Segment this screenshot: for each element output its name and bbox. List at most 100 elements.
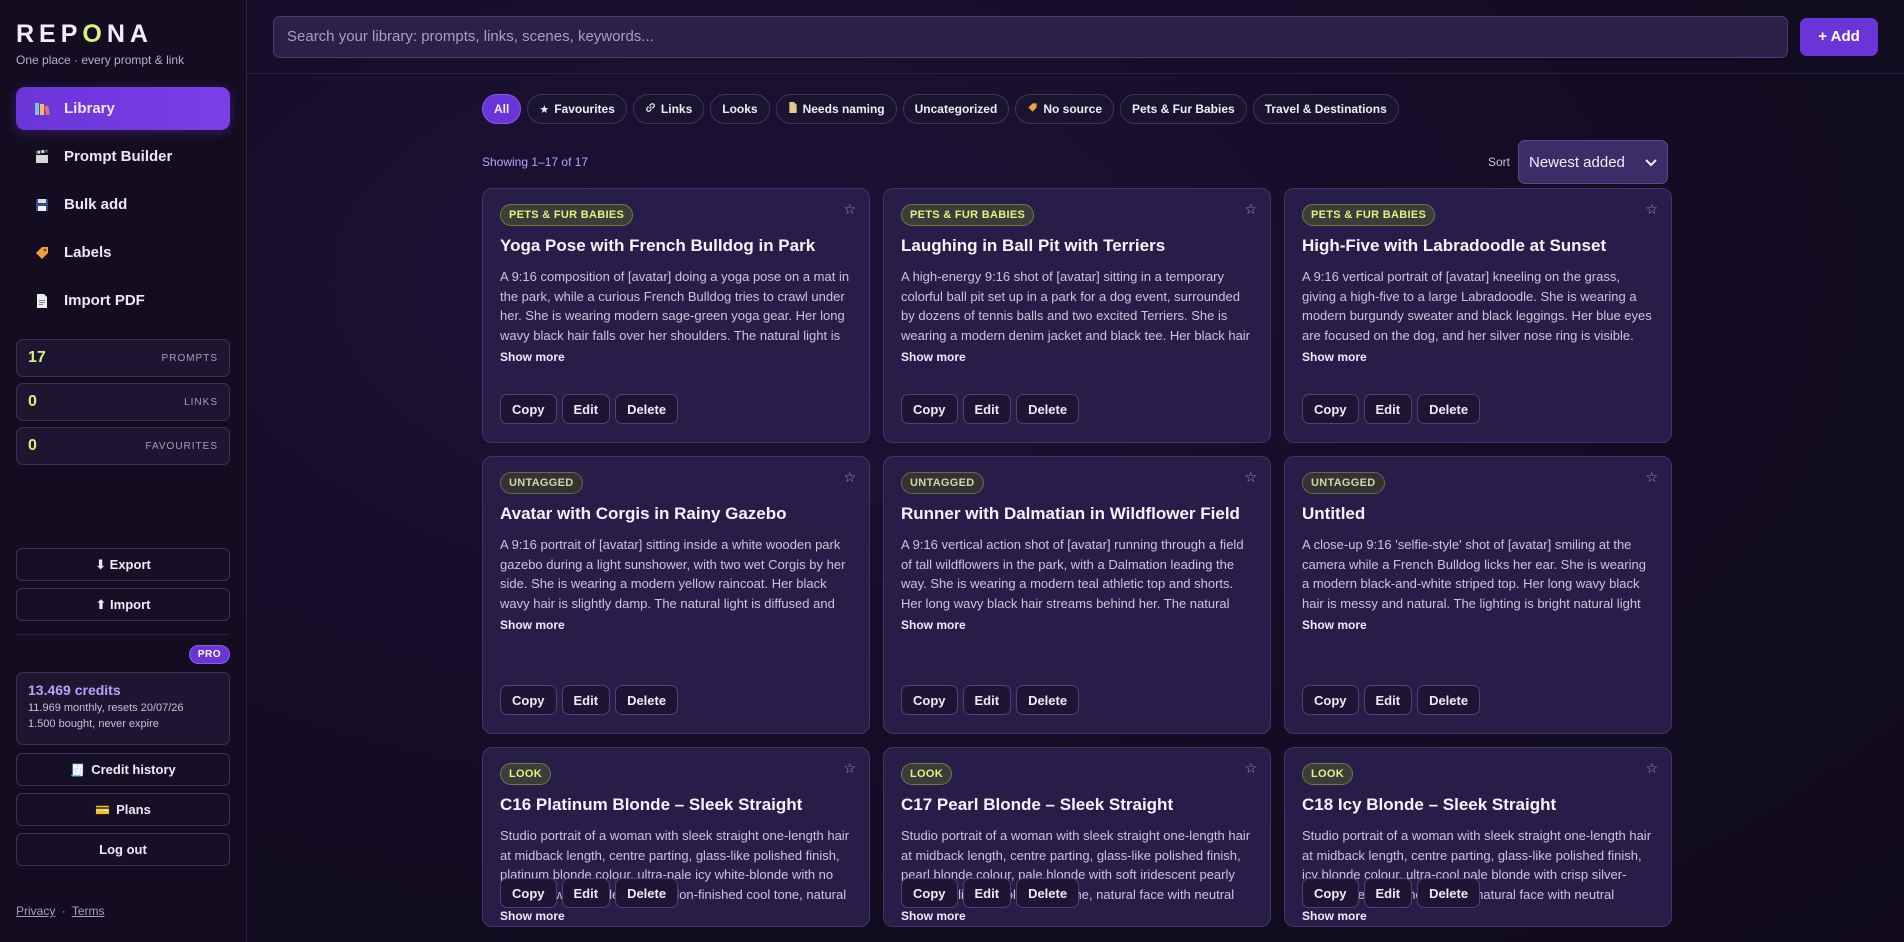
- star-icon[interactable]: ☆: [843, 760, 856, 777]
- show-more-button[interactable]: Show more: [500, 350, 853, 364]
- prompt-card: UNTAGGED ☆ Runner with Dalmatian in Wild…: [883, 456, 1271, 734]
- stats-panel: 17 PROMPTS 0 LINKS 0 FAVOURITES: [16, 339, 230, 465]
- copy-button[interactable]: Copy: [1302, 878, 1359, 908]
- footer-links: Privacy · Terms: [16, 904, 104, 918]
- category-tag[interactable]: UNTAGGED: [500, 472, 583, 494]
- edit-button[interactable]: Edit: [1363, 685, 1413, 715]
- search-input[interactable]: Search your library: prompts, links, sce…: [273, 15, 1788, 58]
- brand-tagline: One place · every prompt & link: [16, 53, 185, 67]
- sidebar-item-labels[interactable]: Labels: [16, 231, 230, 274]
- filter-chips: All ★ Favourites Links Looks Needs naming…: [482, 94, 1668, 124]
- delete-button[interactable]: Delete: [1417, 394, 1481, 424]
- card-title: C17 Pearl Blonde – Sleek Straight: [901, 795, 1174, 814]
- card-actions: Copy Edit Delete: [901, 685, 1080, 715]
- add-button[interactable]: + Add: [1800, 17, 1878, 56]
- category-tag[interactable]: PETS & FUR BABIES: [901, 204, 1035, 226]
- clapper-icon: [32, 147, 52, 167]
- show-more-button[interactable]: Show more: [901, 618, 1254, 632]
- star-icon[interactable]: ☆: [1645, 760, 1658, 777]
- category-tag[interactable]: PETS & FUR BABIES: [1302, 204, 1436, 226]
- delete-button[interactable]: Delete: [1016, 878, 1080, 908]
- delete-button[interactable]: Delete: [1016, 394, 1080, 424]
- copy-button[interactable]: Copy: [901, 394, 958, 424]
- export-button[interactable]: ⬇ Export: [16, 548, 230, 581]
- delete-button[interactable]: Delete: [615, 394, 679, 424]
- copy-button[interactable]: Copy: [1302, 685, 1359, 715]
- credit-history-button[interactable]: 🧾 Credit history: [16, 753, 230, 786]
- show-more-button[interactable]: Show more: [1302, 350, 1655, 364]
- edit-button[interactable]: Edit: [1363, 878, 1413, 908]
- filter-no-source[interactable]: No source: [1015, 94, 1114, 124]
- delete-button[interactable]: Delete: [1016, 685, 1080, 715]
- show-more-button[interactable]: Show more: [1302, 909, 1655, 923]
- sidebar-item-bulk-add[interactable]: Bulk add: [16, 183, 230, 226]
- logout-button[interactable]: Log out: [16, 833, 230, 866]
- show-more-button[interactable]: Show more: [1302, 618, 1655, 632]
- delete-button[interactable]: Delete: [1417, 878, 1481, 908]
- edit-button[interactable]: Edit: [962, 878, 1012, 908]
- category-tag[interactable]: PETS & FUR BABIES: [500, 204, 634, 226]
- edit-button[interactable]: Edit: [1363, 394, 1413, 424]
- sidebar-item-prompt-builder[interactable]: Prompt Builder: [16, 135, 230, 178]
- filter-pets-fur-babies[interactable]: Pets & Fur Babies: [1120, 94, 1247, 124]
- sort-select[interactable]: Newest added: [1518, 140, 1668, 184]
- terms-link[interactable]: Terms: [72, 904, 105, 918]
- results-meta: Showing 1–17 of 17 Sort Newest added: [482, 140, 1668, 184]
- filter-links[interactable]: Links: [632, 94, 705, 124]
- star-icon[interactable]: ☆: [1244, 201, 1257, 218]
- category-tag[interactable]: LOOK: [901, 763, 952, 785]
- star-icon[interactable]: ☆: [1244, 760, 1257, 777]
- plans-button[interactable]: 💳 Plans: [16, 793, 230, 826]
- card-actions: Copy Edit Delete: [1302, 394, 1481, 424]
- star-icon[interactable]: ☆: [843, 469, 856, 486]
- edit-button[interactable]: Edit: [561, 394, 611, 424]
- import-button[interactable]: ⬆ Import: [16, 588, 230, 621]
- delete-button[interactable]: Delete: [615, 685, 679, 715]
- category-tag[interactable]: LOOK: [1302, 763, 1353, 785]
- prompt-card: UNTAGGED ☆ Avatar with Corgis in Rainy G…: [482, 456, 870, 734]
- show-more-button[interactable]: Show more: [500, 909, 853, 923]
- copy-button[interactable]: Copy: [500, 394, 557, 424]
- copy-button[interactable]: Copy: [901, 878, 958, 908]
- copy-button[interactable]: Copy: [500, 685, 557, 715]
- edit-button[interactable]: Edit: [962, 685, 1012, 715]
- sidebar-item-label: Prompt Builder: [64, 148, 173, 165]
- library-content: All ★ Favourites Links Looks Needs naming…: [482, 94, 1672, 927]
- delete-button[interactable]: Delete: [1417, 685, 1481, 715]
- brand-logo[interactable]: REPONA: [16, 18, 230, 50]
- edit-button[interactable]: Edit: [561, 878, 611, 908]
- delete-button[interactable]: Delete: [615, 878, 679, 908]
- show-more-button[interactable]: Show more: [500, 618, 853, 632]
- filter-looks[interactable]: Looks: [710, 94, 770, 124]
- privacy-link[interactable]: Privacy: [16, 904, 55, 918]
- category-tag[interactable]: UNTAGGED: [901, 472, 984, 494]
- category-tag[interactable]: UNTAGGED: [1302, 472, 1385, 494]
- star-icon[interactable]: ☆: [1244, 469, 1257, 486]
- filter-favourites[interactable]: ★ Favourites: [527, 94, 627, 124]
- copy-button[interactable]: Copy: [901, 685, 958, 715]
- credit-card-icon: 💳: [95, 802, 111, 817]
- sidebar-item-library[interactable]: Library: [16, 87, 230, 130]
- stat-value: 0: [28, 437, 37, 454]
- category-tag[interactable]: LOOK: [500, 763, 551, 785]
- card-prompt-text: A 9:16 composition of [avatar] doing a y…: [500, 269, 850, 343]
- edit-button[interactable]: Edit: [561, 685, 611, 715]
- star-icon[interactable]: ☆: [1645, 201, 1658, 218]
- show-more-button[interactable]: Show more: [901, 909, 1254, 923]
- card-actions: Copy Edit Delete: [901, 878, 1080, 908]
- sidebar-item-import-pdf[interactable]: Import PDF: [16, 279, 230, 322]
- copy-button[interactable]: Copy: [1302, 394, 1359, 424]
- filter-travel-destinations[interactable]: Travel & Destinations: [1252, 94, 1399, 124]
- star-icon[interactable]: ☆: [843, 201, 856, 218]
- sidebar-divider: [16, 634, 230, 635]
- edit-button[interactable]: Edit: [962, 394, 1012, 424]
- filter-needs-naming[interactable]: Needs naming: [775, 94, 897, 124]
- star-icon[interactable]: ☆: [1645, 469, 1658, 486]
- card-prompt-text: A close-up 9:16 'selfie-style' shot of […: [1302, 537, 1646, 611]
- show-more-button[interactable]: Show more: [901, 350, 1254, 364]
- copy-button[interactable]: Copy: [500, 878, 557, 908]
- filter-all[interactable]: All: [482, 94, 522, 124]
- filter-uncategorized[interactable]: Uncategorized: [902, 94, 1010, 124]
- top-bar: Search your library: prompts, links, sce…: [247, 0, 1904, 74]
- books-icon: [32, 99, 52, 119]
